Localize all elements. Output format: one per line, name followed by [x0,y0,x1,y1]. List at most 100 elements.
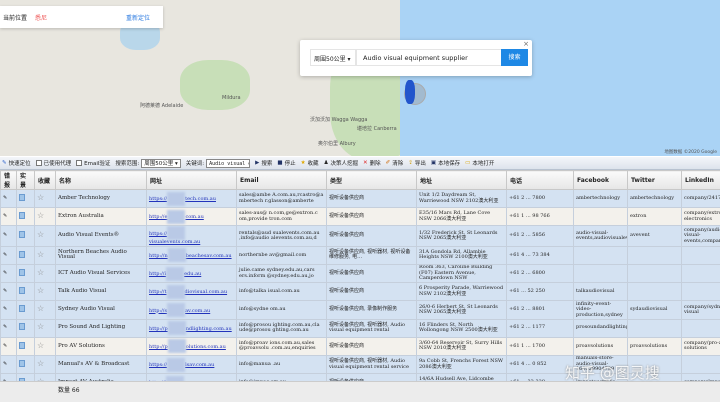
streetview-icon[interactable] [19,250,25,258]
keyword-field[interactable]: Audio visual eq [206,158,251,168]
star-icon[interactable]: ☆ [37,304,44,313]
streetview-icon[interactable] [19,359,25,367]
column-header[interactable]: 实景 [16,170,35,190]
table-row[interactable]: ✎ ☆ Pro AV Solutions http://p olutions.co… [0,336,720,357]
report-icon[interactable]: ✎ [3,232,7,239]
streetview-cell[interactable] [16,318,35,338]
favorite-cell[interactable]: ☆ [34,207,56,227]
streetview-icon[interactable] [19,231,25,239]
website-link[interactable]: http://i edu.au [149,266,201,281]
report-icon[interactable]: ✎ [3,288,7,294]
star-icon[interactable]: ☆ [37,341,44,350]
star-icon[interactable]: ☆ [37,193,44,202]
website-link[interactable]: http://e com.au [149,209,204,224]
favorite-cell[interactable]: ☆ [34,245,56,266]
website-link[interactable]: https:// tech.com.au [149,191,216,206]
streetview-cell[interactable] [16,336,35,357]
range-select[interactable]: 周围50公里 ▾ [141,158,181,168]
report-cell[interactable]: ✎ [0,188,17,209]
column-header[interactable]: Twitter [627,170,682,190]
export-button[interactable]: ⇪ 导出 [408,159,426,167]
used-proxy-checkbox[interactable]: 已使用代理 [35,159,71,167]
column-header[interactable]: LinkedIn [681,170,720,190]
search-button[interactable]: ▶ 搜索 [255,159,272,167]
streetview-icon[interactable] [19,341,25,349]
streetview-cell[interactable] [16,207,35,227]
website-link[interactable]: https:// lsav.com.au [149,357,214,372]
streetview-icon[interactable] [19,212,25,220]
table-row[interactable]: ✎ ☆ Sydney Audio Visual http://s av.com.a… [0,300,720,320]
report-icon[interactable]: ✎ [3,306,7,313]
favorite-cell[interactable]: ☆ [34,300,56,320]
radius-select[interactable]: 周围50公里 ▾ [310,49,356,66]
favorite-cell[interactable]: ☆ [34,354,56,375]
report-cell[interactable]: ✎ [0,282,17,302]
keyword-input[interactable]: Audio visual equipment supplier [356,49,502,66]
table-row[interactable]: ✎ ☆ Talk Audio Visual http://t diovisual.… [0,282,720,302]
current-city[interactable]: 悉尼 [35,13,47,22]
streetview-cell[interactable] [16,300,35,320]
table-row[interactable]: ✎ ☆ Pro Sound And Lighting http://p ndlig… [0,318,720,338]
column-header[interactable]: 名称 [55,170,147,190]
table-row[interactable]: ✎ ☆ Audio Visual Events® https://visuale… [0,225,720,247]
column-header[interactable]: Facebook [573,170,628,190]
open-local-button[interactable]: ▭ 本地打开 [465,159,494,167]
report-cell[interactable]: ✎ [0,264,17,284]
delete-button[interactable]: ✕ 删除 [363,159,381,167]
report-icon[interactable]: ✎ [3,343,7,349]
star-icon[interactable]: ☆ [37,359,44,368]
favorite-cell[interactable]: ☆ [34,282,56,302]
streetview-icon[interactable] [19,193,25,201]
star-icon[interactable]: ☆ [37,211,44,220]
favorite-cell[interactable]: ☆ [34,264,56,284]
star-icon[interactable]: ☆ [37,250,44,259]
report-cell[interactable]: ✎ [0,318,17,338]
stop-button[interactable]: ■ 停止 [277,159,295,167]
website-link[interactable]: http://n beachesav.com.au [149,248,232,263]
column-header[interactable]: 错报 [0,170,17,190]
report-cell[interactable]: ✎ [0,354,17,375]
report-icon[interactable]: ✎ [3,252,7,258]
website-link[interactable]: http://t diovisual.com.au [149,284,227,299]
streetview-cell[interactable] [16,225,35,247]
table-row[interactable]: ✎ ☆ ICT Audio Visual Services http://i ed… [0,264,720,284]
table-row[interactable]: ✎ ☆ Northern Beaches Audio Visual http:/… [0,245,720,266]
report-icon[interactable]: ✎ [3,213,7,219]
streetview-icon[interactable] [19,323,25,331]
star-icon[interactable]: ☆ [37,286,44,295]
report-cell[interactable]: ✎ [0,336,17,357]
report-cell[interactable]: ✎ [0,207,17,227]
streetview-cell[interactable] [16,354,35,375]
streetview-cell[interactable] [16,264,35,284]
streetview-cell[interactable] [16,282,35,302]
map-marker-cluster[interactable] [405,80,415,104]
streetview-cell[interactable] [16,245,35,266]
report-cell[interactable]: ✎ [0,245,17,266]
clear-button[interactable]: ✐ 清除 [386,159,404,167]
star-icon[interactable]: ☆ [37,322,44,331]
map-search-button[interactable]: 搜索 [501,49,528,66]
favorite-cell[interactable]: ☆ [34,225,56,247]
save-local-button[interactable]: ▣ 本地保存 [431,159,460,167]
decision-maker-button[interactable]: ♟ 决策人挖掘 [324,159,358,167]
favorite-cell[interactable]: ☆ [34,188,56,209]
streetview-cell[interactable] [16,188,35,209]
column-header[interactable]: 网址 [146,170,237,190]
relocate-link[interactable]: 重新定位 [126,13,150,22]
column-header[interactable]: 收藏 [34,170,56,190]
report-cell[interactable]: ✎ [0,300,17,320]
website-link[interactable]: http://s av.com.au [149,303,210,318]
table-row[interactable]: ✎ ☆ Amber Technology https:// tech.com.au… [0,188,720,209]
report-icon[interactable]: ✎ [3,324,7,331]
column-header[interactable]: 电话 [506,170,574,190]
report-icon[interactable]: ✎ [3,361,7,367]
column-header[interactable]: Email [236,170,327,190]
favorite-cell[interactable]: ☆ [34,336,56,357]
column-header[interactable]: 类型 [326,170,417,190]
website-link[interactable]: https://visualevents.com.au [149,226,200,246]
report-icon[interactable]: ✎ [3,195,7,201]
star-icon[interactable]: ☆ [37,230,44,239]
map-view[interactable]: 当前位置 悉尼 重新定位 阿德莱德 Adelaide 堪培拉 Canberra … [0,0,720,156]
email-verify-checkbox[interactable]: Email验证 [76,159,110,167]
report-cell[interactable]: ✎ [0,225,17,247]
